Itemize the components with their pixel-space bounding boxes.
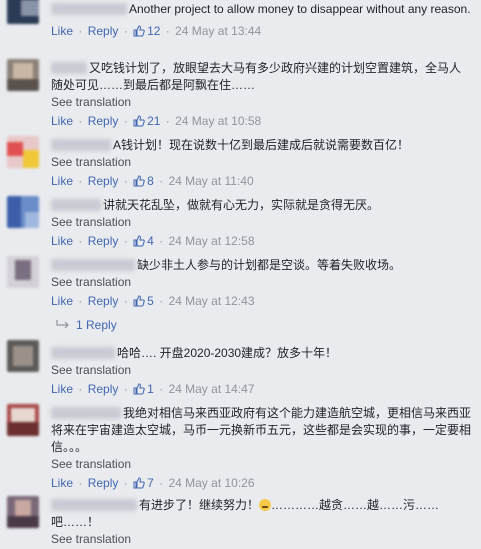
timestamp[interactable]: 24 May at 10:58 xyxy=(175,114,261,128)
thumbs-up-icon xyxy=(133,477,145,489)
commenter-name[interactable] xyxy=(51,347,115,359)
timestamp[interactable]: 24 May at 12:43 xyxy=(168,294,254,308)
commenter-name[interactable] xyxy=(51,62,87,74)
commenter-name[interactable] xyxy=(51,259,135,271)
commenter-name[interactable] xyxy=(51,199,101,211)
reply-arrow-icon xyxy=(56,320,69,329)
like-button[interactable]: Like xyxy=(51,476,73,490)
thumbs-up-icon xyxy=(133,235,145,247)
comment-text: 有进步了！继续努力！ xyxy=(139,498,260,512)
avatar[interactable] xyxy=(7,496,39,528)
reply-button[interactable]: Reply xyxy=(88,476,119,490)
comment-actions: Like · Reply · 1 · 24 May at 14:47 xyxy=(51,382,255,396)
reply-button[interactable]: Reply xyxy=(88,294,119,308)
like-button[interactable]: Like xyxy=(51,294,73,308)
comment-actions: Like · Reply · 21 · 24 May at 10:58 xyxy=(51,114,262,128)
like-count[interactable]: 12 xyxy=(133,24,160,38)
reply-button[interactable]: Reply xyxy=(88,24,119,38)
timestamp[interactable]: 24 May at 12:58 xyxy=(168,234,254,248)
timestamp[interactable]: 24 May at 14:47 xyxy=(168,382,254,396)
comment-text: 又吃钱计划了，放眼望去大马有多少政府兴建的计划空置建筑，全马人随处可见……到最后… xyxy=(51,61,462,92)
like-count[interactable]: 8 xyxy=(133,174,154,188)
thumbs-up-icon xyxy=(133,383,145,395)
comment-actions: Like · Reply · 7 · 24 May at 10:26 xyxy=(51,476,255,490)
thumbs-up-icon xyxy=(133,25,145,37)
see-translation-link[interactable]: See translation xyxy=(51,274,471,290)
thumbs-up-icon xyxy=(133,295,145,307)
comment-text: 哈哈…. 开盘2020-2030建成？放多十年！ xyxy=(117,346,338,360)
comment-text: 讲就天花乱坠，做就有心无力，实际就是贪得无厌。 xyxy=(103,198,380,212)
commenter-name[interactable] xyxy=(51,3,127,15)
commenter-name[interactable] xyxy=(51,499,137,511)
reply-button[interactable]: Reply xyxy=(88,174,119,188)
avatar[interactable] xyxy=(7,340,39,372)
like-button[interactable]: Like xyxy=(51,234,73,248)
avatar[interactable] xyxy=(7,256,39,288)
thumbs-up-icon xyxy=(133,175,145,187)
like-count[interactable]: 7 xyxy=(133,476,154,490)
commenter-name[interactable] xyxy=(51,407,121,419)
avatar[interactable] xyxy=(7,0,39,24)
reply-button[interactable]: Reply xyxy=(88,382,119,396)
like-button[interactable]: Like xyxy=(51,114,73,128)
see-translation-link[interactable]: See translation xyxy=(51,531,471,547)
thumbs-up-icon xyxy=(133,115,145,127)
comment-text: 缺少非土人参与的计划都是空谈。等着失败收场。 xyxy=(137,258,402,272)
view-replies-link[interactable]: 1 Reply xyxy=(56,318,117,332)
timestamp[interactable]: 24 May at 13:44 xyxy=(175,24,261,38)
see-translation-link[interactable]: See translation xyxy=(51,362,471,378)
like-count[interactable]: 1 xyxy=(133,382,154,396)
comment-actions: Like · Reply · 8 · 24 May at 11:40 xyxy=(51,174,254,188)
avatar[interactable] xyxy=(7,196,39,228)
like-button[interactable]: Like xyxy=(51,382,73,396)
like-button[interactable]: Like xyxy=(51,24,73,38)
reply-button[interactable]: Reply xyxy=(88,234,119,248)
like-count[interactable]: 21 xyxy=(133,114,160,128)
see-translation-link[interactable]: See translation xyxy=(51,214,471,230)
see-translation-link[interactable]: See translation xyxy=(51,94,471,110)
avatar[interactable] xyxy=(7,59,39,91)
comment-actions: Like · Reply · 12 · 24 May at 13:44 xyxy=(51,24,262,38)
timestamp[interactable]: 24 May at 11:40 xyxy=(168,174,253,188)
commenter-name[interactable] xyxy=(51,139,111,151)
grimacing-face-icon xyxy=(259,499,272,511)
comment-actions: Like · Reply · 5 · 24 May at 12:43 xyxy=(51,294,255,308)
like-count[interactable]: 4 xyxy=(133,234,154,248)
reply-button[interactable]: Reply xyxy=(88,114,119,128)
avatar[interactable] xyxy=(7,404,39,436)
see-translation-link[interactable]: See translation xyxy=(51,456,471,472)
timestamp[interactable]: 24 May at 10:26 xyxy=(168,476,254,490)
avatar[interactable] xyxy=(7,136,39,168)
see-translation-link[interactable]: See translation xyxy=(51,154,471,170)
comment-text: Another project to allow money to disapp… xyxy=(129,2,471,16)
like-button[interactable]: Like xyxy=(51,174,73,188)
comment-actions: Like · Reply · 4 · 24 May at 12:58 xyxy=(51,234,255,248)
comment-text: A钱计划！现在说数十亿到最后建成后就说需要数百亿！ xyxy=(113,138,410,152)
like-count[interactable]: 5 xyxy=(133,294,154,308)
